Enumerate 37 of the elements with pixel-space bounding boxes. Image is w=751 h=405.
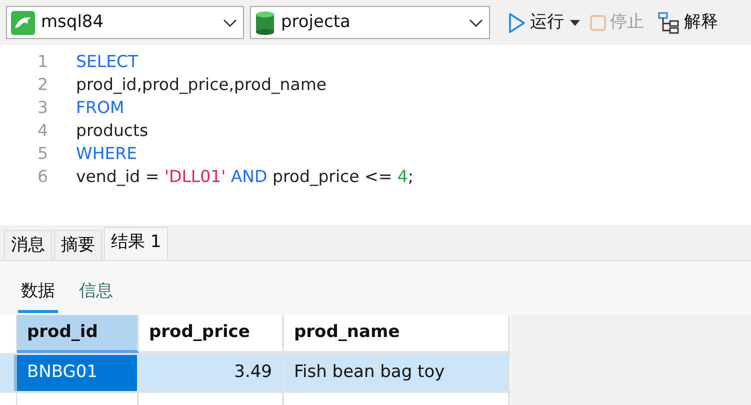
line-number: 5 [36, 143, 48, 165]
code-line: products [76, 120, 150, 142]
line-number: 4 [36, 120, 48, 142]
view-tab[interactable]: 信息 [76, 275, 116, 313]
line-number: 1 [36, 51, 48, 73]
column-header[interactable]: prod_price [139, 315, 284, 353]
database-dropdown[interactable]: projecta [250, 6, 490, 39]
chevron-down-icon [469, 18, 483, 26]
table-cell[interactable]: BNBG01 [17, 355, 139, 391]
stop-icon [590, 14, 606, 30]
table-cell[interactable]: 3.49 [139, 355, 284, 391]
column-header[interactable]: prod_name [284, 315, 510, 353]
column-header[interactable]: prod_id [17, 315, 139, 353]
explain-button[interactable]: 解释 [654, 10, 722, 36]
result-tab[interactable]: 消息 [4, 230, 52, 260]
dolphin-icon [11, 10, 35, 34]
code-line: WHERE [76, 143, 138, 165]
tree-diagram-icon [658, 12, 680, 34]
code-line: SELECT [76, 51, 140, 73]
database-icon [255, 10, 275, 34]
caret-icon[interactable] [570, 20, 580, 26]
line-number: 6 [36, 166, 48, 188]
sql-editor[interactable]: 1 2 3 4 5 6 SELECT prod_id,prod_price,prod_name FROM products WHERE vend_id = 'DLL01' AND prod_price <= 4; [0, 45, 751, 225]
table-cell[interactable]: Fish bean bag toy [284, 355, 510, 391]
code-line: vend_id = 'DLL01' AND prod_price <= 4; [76, 166, 414, 188]
result-tab[interactable]: 结果 1 [104, 227, 168, 260]
play-icon [508, 12, 526, 34]
line-number: 2 [36, 74, 48, 96]
connection-dropdown[interactable]: msql84 [6, 6, 244, 39]
chevron-down-icon [223, 18, 237, 26]
code-line: FROM [76, 97, 126, 119]
database-name: projecta [281, 10, 352, 34]
connection-name: msql84 [41, 10, 105, 34]
result-tab[interactable]: 摘要 [54, 230, 102, 260]
run-button[interactable]: 运行 [504, 10, 568, 36]
code-line: prod_id,prod_price,prod_name [76, 74, 328, 96]
line-number: 3 [36, 97, 48, 119]
